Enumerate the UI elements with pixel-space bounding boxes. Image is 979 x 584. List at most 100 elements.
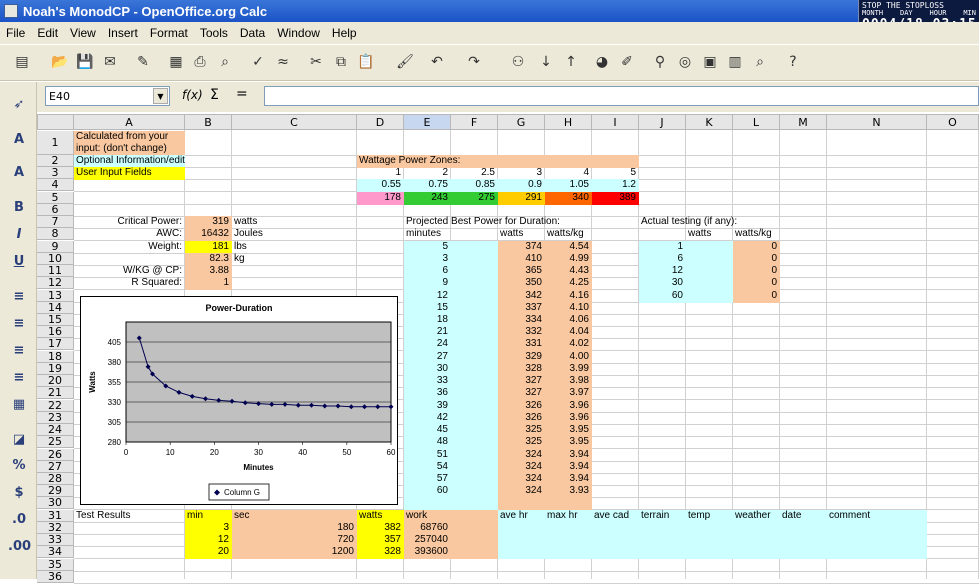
- actual-minutes[interactable]: 30: [641, 277, 683, 289]
- projected-wkg[interactable]: 4.00: [547, 351, 589, 363]
- projected-wkg[interactable]: 4.54: [547, 241, 589, 253]
- row-header[interactable]: 34: [37, 546, 74, 558]
- param-unit[interactable]: kg: [234, 253, 245, 265]
- undo-icon[interactable]: ↶: [427, 52, 447, 72]
- projected-minutes[interactable]: 15: [406, 302, 448, 314]
- projected-wkg[interactable]: 3.94: [547, 461, 589, 473]
- column-header[interactable]: M: [780, 114, 827, 130]
- menu-data[interactable]: Data: [234, 26, 271, 40]
- row-header[interactable]: 25: [37, 436, 74, 448]
- actual-header[interactable]: watts/kg: [735, 228, 772, 240]
- merge-cells-icon[interactable]: ▦: [8, 395, 30, 415]
- param-unit[interactable]: watts: [234, 216, 257, 228]
- test-work[interactable]: 393600: [406, 546, 448, 558]
- test-results-title[interactable]: Test Results: [76, 510, 130, 522]
- column-header[interactable]: E: [404, 114, 451, 130]
- projected-minutes[interactable]: 21: [406, 326, 448, 338]
- projected-minutes[interactable]: 30: [406, 363, 448, 375]
- projected-watts[interactable]: 328: [500, 363, 542, 375]
- italic-icon[interactable]: I: [8, 225, 30, 245]
- sort-descending-icon[interactable]: ↑: [561, 52, 581, 72]
- menu-view[interactable]: View: [64, 26, 102, 40]
- projected-wkg[interactable]: 4.43: [547, 265, 589, 277]
- projected-wkg[interactable]: 3.95: [547, 436, 589, 448]
- zone-factor[interactable]: 0.85: [453, 179, 495, 191]
- projected-watts[interactable]: 326: [500, 412, 542, 424]
- projected-watts[interactable]: 331: [500, 338, 542, 350]
- projected-minutes[interactable]: 48: [406, 436, 448, 448]
- zoom-icon[interactable]: ⌕: [750, 52, 770, 72]
- export-pdf-icon[interactable]: ▦: [166, 52, 186, 72]
- test-sec[interactable]: 180: [234, 522, 354, 534]
- projected-minutes[interactable]: 6: [406, 265, 448, 277]
- zone-factor[interactable]: 0.55: [359, 179, 401, 191]
- redo-icon[interactable]: ↷: [464, 52, 484, 72]
- param-value[interactable]: 1: [187, 277, 229, 289]
- actual-minutes[interactable]: 12: [641, 265, 683, 277]
- test-watts[interactable]: 328: [359, 546, 401, 558]
- projected-wkg[interactable]: 4.04: [547, 326, 589, 338]
- new-document-icon[interactable]: ▤: [12, 52, 32, 72]
- param-label[interactable]: Weight:: [148, 241, 182, 253]
- test-header[interactable]: sec: [234, 510, 250, 522]
- test-header[interactable]: watts: [359, 510, 382, 522]
- projected-watts[interactable]: 337: [500, 302, 542, 314]
- test-header[interactable]: min: [187, 510, 203, 522]
- test-watts[interactable]: 357: [359, 534, 401, 546]
- actual-wkg[interactable]: 0: [735, 253, 777, 265]
- projected-minutes[interactable]: 27: [406, 351, 448, 363]
- actual-wkg[interactable]: 0: [735, 241, 777, 253]
- param-value[interactable]: 319: [187, 216, 229, 228]
- projected-watts[interactable]: 326: [500, 400, 542, 412]
- projected-minutes[interactable]: 60: [406, 485, 448, 497]
- test-header[interactable]: comment: [829, 510, 870, 522]
- column-header[interactable]: H: [545, 114, 592, 130]
- legend-input-label[interactable]: User Input Fields: [76, 167, 152, 179]
- chart-frame[interactable]: Power-Duration 280 305 330 355 380 405 0 10 20 30 4…: [80, 296, 398, 505]
- test-sec[interactable]: 1200: [234, 546, 354, 558]
- menu-edit[interactable]: Edit: [31, 26, 64, 40]
- projected-watts[interactable]: 325: [500, 436, 542, 448]
- test-work[interactable]: 68760: [406, 522, 448, 534]
- actual-wkg[interactable]: 0: [735, 277, 777, 289]
- projected-watts[interactable]: 334: [500, 314, 542, 326]
- projected-header[interactable]: watts: [500, 228, 523, 240]
- column-header[interactable]: K: [686, 114, 733, 130]
- projected-wkg[interactable]: 4.02: [547, 338, 589, 350]
- actual-title[interactable]: Actual testing (if any):: [641, 216, 737, 228]
- projected-wkg[interactable]: 3.95: [547, 424, 589, 436]
- draw-functions-icon[interactable]: ✐: [617, 52, 637, 72]
- projected-minutes[interactable]: 39: [406, 400, 448, 412]
- projected-watts[interactable]: 350: [500, 277, 542, 289]
- param-value[interactable]: 181: [187, 241, 229, 253]
- align-right-icon[interactable]: ≡: [8, 341, 30, 361]
- projected-watts[interactable]: 324: [500, 473, 542, 485]
- row-header[interactable]: 17: [37, 338, 74, 350]
- test-sec[interactable]: 720: [234, 534, 354, 546]
- projected-wkg[interactable]: 4.16: [547, 290, 589, 302]
- test-header[interactable]: ave hr: [500, 510, 528, 522]
- currency-format-icon[interactable]: $: [8, 483, 30, 503]
- param-unit[interactable]: lbs: [234, 241, 247, 253]
- actual-header[interactable]: watts: [688, 228, 711, 240]
- function-button[interactable]: =: [236, 86, 248, 102]
- find-replace-icon[interactable]: ⚲: [650, 52, 670, 72]
- test-header[interactable]: work: [406, 510, 427, 522]
- test-header[interactable]: ave cad: [594, 510, 629, 522]
- edit-file-icon[interactable]: ✎: [133, 52, 153, 72]
- projected-wkg[interactable]: 3.97: [547, 387, 589, 399]
- projected-wkg[interactable]: 4.10: [547, 302, 589, 314]
- projected-minutes[interactable]: 5: [406, 241, 448, 253]
- formula-input[interactable]: [264, 86, 979, 106]
- paste-icon[interactable]: 📋: [356, 52, 376, 72]
- projected-watts[interactable]: 342: [500, 290, 542, 302]
- projected-watts[interactable]: 324: [500, 485, 542, 497]
- function-wizard-button[interactable]: f(x): [182, 88, 203, 102]
- projected-minutes[interactable]: 18: [406, 314, 448, 326]
- projected-minutes[interactable]: 36: [406, 387, 448, 399]
- actual-minutes[interactable]: 60: [641, 290, 683, 302]
- print-icon[interactable]: ⎙: [190, 52, 210, 72]
- sort-ascending-icon[interactable]: ↓: [536, 52, 556, 72]
- navigator-compass-icon[interactable]: ◎: [675, 52, 695, 72]
- projected-minutes[interactable]: 12: [406, 290, 448, 302]
